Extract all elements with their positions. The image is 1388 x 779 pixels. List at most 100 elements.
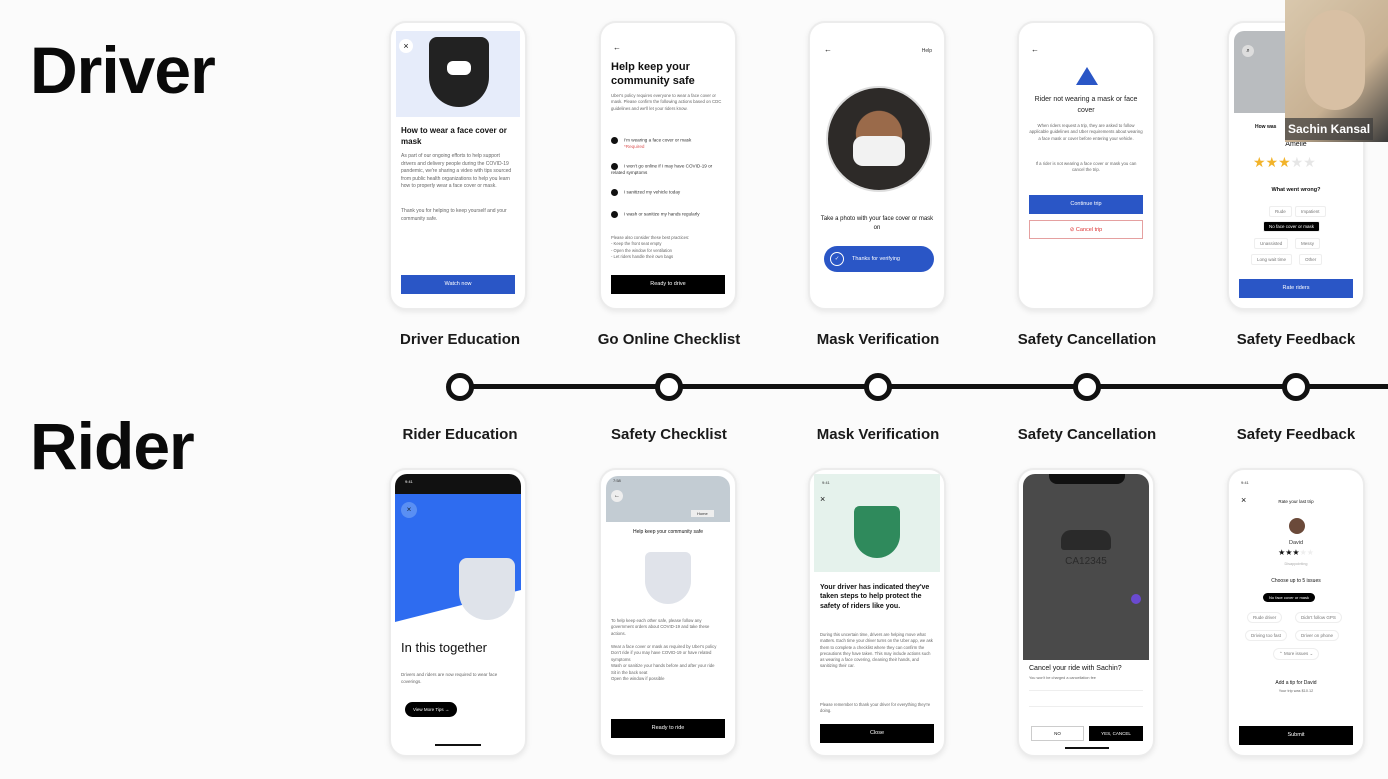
dimmed-trip-view	[1023, 474, 1149, 660]
chip[interactable]: Didn't follow GPS	[1295, 612, 1342, 623]
title: How to wear a face cover or mask	[401, 126, 507, 147]
chip[interactable]: Unassisted	[1254, 238, 1289, 249]
timeline-node	[1282, 373, 1310, 401]
choose-issues: Choose up to 5 issues	[1271, 578, 1321, 584]
rate-riders-button[interactable]: Rate riders	[1239, 279, 1353, 298]
close-icon[interactable]: ×	[820, 494, 825, 504]
chip-selected[interactable]: No face cover or mask	[1263, 221, 1321, 232]
video-call-tile: Sachin Kansal	[1285, 0, 1388, 142]
home-indicator	[435, 744, 481, 746]
chip[interactable]: Messy	[1295, 238, 1321, 249]
rider-education-phone: 9:41 × In this together Drivers and ride…	[389, 468, 527, 757]
subtitle: You won't be charged a cancellation fee	[1029, 676, 1096, 680]
destination-chip[interactable]: Home	[691, 510, 714, 517]
driver-step-label: Safety Cancellation	[1017, 331, 1157, 348]
submit-button[interactable]: Submit	[1239, 726, 1353, 745]
body-text: Thank you for helping to keep yourself a…	[401, 208, 507, 222]
license-plate: CA12345	[1065, 556, 1107, 567]
body-text: When riders request a trip, they are ask…	[1029, 123, 1143, 141]
trip-fare: Your trip was $10.12	[1278, 689, 1314, 693]
star-rating[interactable]: ★★★★★	[1253, 154, 1316, 171]
mask-illustration	[447, 61, 471, 75]
what-went-wrong: What went wrong?	[1271, 187, 1321, 193]
chip[interactable]: Driving too fast	[1245, 630, 1288, 641]
required-note: *Required	[624, 144, 645, 149]
watch-now-button[interactable]: Watch now	[401, 275, 515, 294]
ready-to-drive-button[interactable]: Ready to drive	[611, 275, 725, 294]
tip-title: Add a tip for David	[1275, 680, 1317, 686]
driver-heading: Driver	[30, 33, 216, 107]
back-arrow-icon[interactable]: ←	[613, 43, 621, 52]
participant-name: Sachin Kansal	[1285, 118, 1374, 140]
title: Help keep your community safe	[632, 529, 704, 535]
driver-name: David	[1288, 540, 1304, 546]
checklist-item[interactable]: I'm wearing a face cover or mask *Require…	[611, 137, 727, 149]
rider-step-label: Mask Verification	[816, 426, 940, 443]
chip[interactable]: Other	[1299, 254, 1323, 265]
notch	[1049, 474, 1125, 484]
view-more-tips-button[interactable]: View More Tips →	[405, 702, 458, 717]
title: Cancel your ride with Sachin?	[1029, 665, 1122, 672]
divider	[1029, 690, 1143, 691]
driver-step-label: Mask Verification	[816, 331, 940, 348]
check-icon	[611, 189, 618, 196]
status-bar	[395, 474, 521, 494]
search-icon[interactable]: ⌕	[1242, 45, 1254, 57]
timeline-node	[1073, 373, 1101, 401]
intro-text: To help keep each other safe, please fol…	[611, 618, 710, 636]
timeline-line	[447, 384, 1388, 389]
title: Rate your last trip	[1278, 499, 1314, 504]
timeline-node	[446, 373, 474, 401]
check-icon: ✓	[830, 252, 844, 266]
mask-in-photo	[853, 136, 905, 166]
yes-cancel-button[interactable]: YES, CANCEL	[1089, 726, 1143, 741]
driver-cancellation-phone: ← Rider not wearing a mask or face cover…	[1017, 21, 1155, 310]
cancel-trip-button[interactable]: ⊘ Cancel trip	[1029, 220, 1143, 239]
body-text: Please remember to thank your driver for…	[820, 702, 931, 714]
check-icon	[611, 163, 618, 170]
more-issues-button[interactable]: ⌃ More issues ⌄	[1273, 648, 1320, 660]
driver-step-label: Go Online Checklist	[597, 331, 741, 348]
clock: 9:41	[1241, 480, 1249, 485]
rider-name: Amélie	[1285, 141, 1307, 148]
body-text: As part of our ongoing efforts to help s…	[401, 153, 512, 189]
help-link[interactable]: Help	[922, 48, 932, 54]
question: How was	[1255, 124, 1277, 130]
home-indicator	[1065, 747, 1109, 749]
checklist-item[interactable]: I won't go online if I may have COVID-19…	[611, 163, 727, 175]
close-icon[interactable]: ×	[399, 39, 413, 53]
ready-to-ride-button[interactable]: Ready to ride	[611, 719, 725, 738]
close-icon[interactable]: ×	[401, 502, 417, 518]
warning-icon	[1076, 67, 1098, 85]
back-arrow-icon[interactable]: ←	[611, 490, 623, 502]
timeline-node	[655, 373, 683, 401]
body-text: During this uncertain time, drivers are …	[820, 632, 933, 669]
chip[interactable]: Long wait time	[1251, 254, 1293, 265]
title: Help keep your community safe	[611, 61, 695, 87]
chip[interactable]: Rude	[1269, 206, 1292, 217]
checklist-item[interactable]: I sanitized my vehicle today	[611, 189, 727, 196]
rider-step-label: Safety Cancellation	[1017, 426, 1157, 443]
back-arrow-icon[interactable]: ←	[824, 45, 832, 54]
back-arrow-icon[interactable]: ←	[1031, 45, 1039, 54]
no-button[interactable]: NO	[1031, 726, 1084, 741]
title: Rider not wearing a mask or face cover	[1034, 96, 1138, 114]
chip[interactable]: Impatient	[1295, 206, 1326, 217]
intro-text: Uber's policy requires everyone to wear …	[611, 93, 722, 111]
rider-mask-phone: 9:41 × Your driver has indicated they've…	[808, 468, 946, 757]
checklist-item[interactable]: I wash or sanitize my hands regularly	[611, 211, 727, 218]
bullet-list: Wear a face cover or mask as required by…	[611, 644, 717, 682]
continue-trip-button[interactable]: Continue trip	[1029, 195, 1143, 214]
rider-checklist-phone: 7:58 ← Home Help keep your community saf…	[599, 468, 737, 757]
chip[interactable]: Driver on phone	[1295, 630, 1340, 641]
close-button[interactable]: Close	[820, 724, 934, 743]
chat-icon[interactable]	[1131, 594, 1141, 604]
driver-avatar	[1289, 518, 1305, 534]
rider-step-label: Rider Education	[402, 426, 518, 443]
best-practices: Please also consider these best practice…	[611, 235, 690, 259]
chip-selected[interactable]: No face cover or mask	[1263, 593, 1316, 602]
star-rating[interactable]: ★★★★★	[1229, 548, 1363, 557]
verified-pill: ✓ Thanks for verifying	[824, 246, 934, 272]
rider-cancellation-phone: CA12345 Cancel your ride with Sachin? Yo…	[1017, 468, 1155, 757]
chip[interactable]: Rude driver	[1247, 612, 1283, 623]
